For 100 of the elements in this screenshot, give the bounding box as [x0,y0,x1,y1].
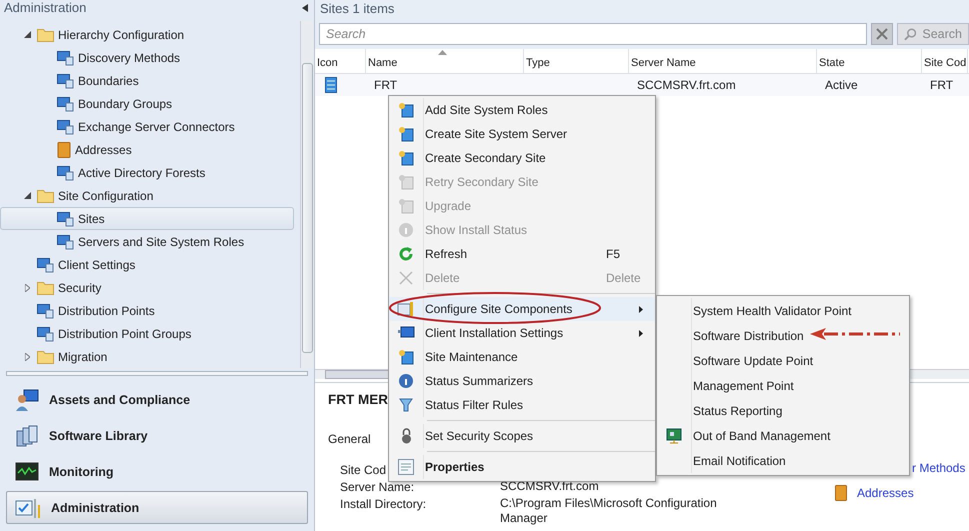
tab[interactable]: General [328,431,371,447]
folder-icon [37,28,54,42]
expanded-icon[interactable] [24,192,30,200]
menu-item[interactable]: Status Summarizers [389,369,655,393]
workspace-button[interactable]: Monitoring [6,455,308,488]
monitor-icon [398,326,414,340]
properties-icon [398,459,414,475]
menu-item[interactable]: Status Reporting [657,398,909,423]
menu-item[interactable]: Software Update Point [657,348,909,373]
field-value: C:\Program Files\Microsoft Configuration Manager [500,496,718,526]
menu-item[interactable]: System Health Validator Point [657,298,909,323]
expanded-icon[interactable] [24,31,30,38]
tree-item[interactable]: Addresses [0,138,294,162]
menu-item[interactable]: Management Point [657,373,909,398]
tree-item[interactable]: Migration [0,345,294,368]
menu-item[interactable]: Create Secondary Site [389,146,655,170]
server-icon [398,102,414,118]
server-icon [398,126,414,142]
funnel-icon [399,397,413,413]
computer-icon [37,256,54,273]
scrollbar[interactable] [300,21,314,368]
folder-icon [37,350,54,364]
monitor-icon [15,460,39,482]
tree-item[interactable]: Active Directory Forests [0,161,294,184]
book-icon [57,142,71,158]
computer-icon [57,72,74,89]
tree-item[interactable]: Boundaries [0,69,294,92]
folder-icon [37,280,54,295]
tree-item[interactable]: Security [0,276,294,300]
computer-icon [57,164,74,181]
workspace-button[interactable]: Assets and Compliance [6,383,308,416]
collapsed-icon[interactable] [24,284,30,292]
menu-item[interactable]: Create Site System Server [389,122,655,146]
column-header[interactable]: Site Cod [922,49,968,73]
link[interactable]: r Methods [912,461,966,475]
server-icon [325,77,337,93]
tree-item[interactable]: Discovery Methods [0,46,294,70]
computer-icon [57,210,74,227]
tree-item[interactable]: Client Settings [0,253,294,276]
column-header[interactable]: State [817,49,922,73]
field-label: Server Name: [340,479,414,496]
menu-item[interactable]: Add Site System Roles [389,98,655,122]
field-value: SCCMSRV.frt.com [500,479,600,495]
column-header[interactable]: Icon [315,49,366,73]
computer-icon [57,234,74,250]
menu-item[interactable]: Status Filter Rules [389,393,655,417]
tree-item[interactable]: Boundary Groups [0,92,294,116]
computer-icon [57,96,74,112]
collapse-icon[interactable] [302,4,308,12]
column-header[interactable]: Type [524,49,629,73]
table-cell: FRT [374,78,398,92]
menu-item[interactable]: Out of Band Management [657,423,909,448]
clear-button[interactable] [871,23,893,45]
workspace-button[interactable]: Software Library [6,419,308,452]
close-icon [876,28,888,40]
server-icon [398,198,414,214]
details-title: FRT MER [328,391,388,408]
tree-item[interactable]: Distribution Point Groups [0,322,294,346]
tree-item[interactable]: Distribution Points [0,299,294,322]
menu-item[interactable]: Client Installation Settings [389,321,655,345]
computer-icon [37,302,54,319]
delete-icon [399,271,413,285]
menu-item[interactable]: Refresh F5 [389,242,655,266]
list-title: Sites 1 items [315,0,969,20]
submenu-arrow-icon [639,306,643,312]
search-icon [904,28,916,40]
menu-item[interactable]: Configure Site Components [389,297,655,321]
submenu-arrow-icon [639,330,643,336]
info-icon [398,373,414,389]
computer-icon [57,50,74,66]
tree-item[interactable]: Exchange Server Connectors [0,115,294,138]
folder-icon [37,188,54,203]
refresh-icon [398,246,414,262]
tree-item[interactable]: Sites [0,207,294,230]
info-icon [398,222,414,238]
table-cell: FRT [930,78,954,92]
column-header[interactable]: Name [366,49,524,73]
computer-icon [57,118,74,135]
workspace-button[interactable]: Administration [6,491,308,524]
tree-item[interactable]: Hierarchy Configuration [0,23,294,46]
column-header[interactable]: Server Name [629,49,817,73]
search-field[interactable]: Search [319,23,867,45]
menu-item[interactable]: Set Security Scopes [389,424,655,448]
link[interactable]: Addresses [857,486,914,500]
computer-icon [37,326,54,342]
field-label: Install Directory: [340,496,426,513]
pane-title: Administration [4,0,86,16]
menu-item[interactable]: Site Maintenance [389,345,655,369]
collapsed-icon[interactable] [24,352,30,361]
server-icon [398,150,414,166]
computer-user-icon [15,388,39,412]
table-cell: Active [825,78,858,92]
menu-item[interactable]: Properties [389,455,655,479]
tree-item[interactable]: Site Configuration [0,184,294,208]
table-cell: SCCMSRV.frt.com [637,78,736,92]
tree-item[interactable]: Servers and Site System Roles [0,230,294,254]
lock-icon [400,428,412,444]
menu-item[interactable]: Email Notification [657,448,909,473]
server-icon [398,349,414,365]
menu-item[interactable]: Software Distribution [657,323,909,348]
